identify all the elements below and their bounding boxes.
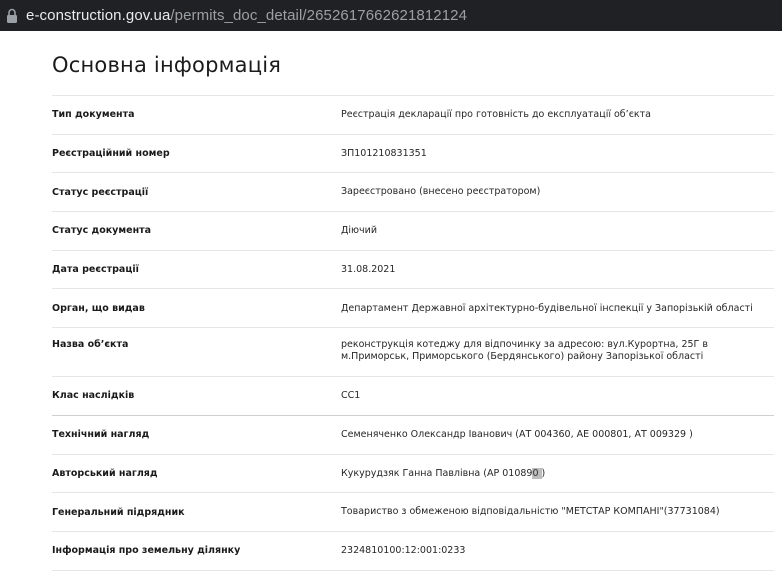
table-row: Дата реєстрації 31.08.2021 xyxy=(52,251,774,290)
row-value: ЗП101210831351 xyxy=(341,147,427,159)
table-row: Орган, що видав Департамент Державної ар… xyxy=(52,289,774,329)
table-row: Клас наслідків СС1 xyxy=(52,377,774,416)
value-text-end: ) xyxy=(541,467,546,479)
table-row: Статус документа Діючий xyxy=(52,212,774,251)
row-value: Діючий xyxy=(341,225,378,237)
row-label: Статус документа xyxy=(52,225,152,237)
row-value: Реєстрація декларації про готовність до … xyxy=(341,109,651,121)
row-label: Технічний нагляд xyxy=(52,429,150,441)
row-label: Орган, що видав xyxy=(52,302,145,314)
row-label: Інформація про земельну ділянку xyxy=(52,545,241,557)
url-path: /permits_doc_detail/2652617662621812124 xyxy=(170,7,468,24)
row-label: Дата реєстрації xyxy=(52,264,139,276)
table-row: Тип документа Реєстрація декларації про … xyxy=(52,96,774,135)
row-value: 31.08.2021 xyxy=(341,263,396,275)
row-label: Реєстраційний номер xyxy=(52,148,170,160)
table-row: Інформація про земельну ділянку 23248101… xyxy=(52,532,774,571)
row-value: СС1 xyxy=(341,390,361,402)
table-row: Авторський нагляд Кукурудзяк Ганна Павлі… xyxy=(52,455,774,494)
table-row: Реєстраційний номер ЗП101210831351 xyxy=(52,135,774,174)
table-row: Назва об’єкта реконструкція котеджу для … xyxy=(52,328,774,378)
row-value: реконструкція котеджу для відпочинку за … xyxy=(341,339,708,362)
row-label: Генеральний підрядник xyxy=(52,506,185,518)
main-content: Основна інформація Тип документа Реєстра… xyxy=(52,31,774,571)
lock-icon[interactable] xyxy=(6,8,18,24)
page-title: Основна інформація xyxy=(52,53,282,77)
row-value: 2324810100:12:001:0233 xyxy=(341,544,466,556)
selected-text-highlight: 0 xyxy=(532,467,542,479)
table-row: Генеральний підрядник Товариство з обмеж… xyxy=(52,493,774,532)
row-label: Авторський нагляд xyxy=(52,467,158,479)
value-text: Кукурудзяк Ганна Павлівна (АР 01089 xyxy=(341,467,533,479)
row-value: Товариство з обмеженою відповідальністю … xyxy=(341,506,720,518)
url-text[interactable]: e-construction.gov.ua/permits_doc_detail… xyxy=(26,7,467,24)
row-value: Департамент Державної архітектурно-будів… xyxy=(341,302,753,314)
row-value: Кукурудзяк Ганна Павлівна (АР 010890 ) xyxy=(341,467,774,480)
row-label: Статус реєстрації xyxy=(52,186,149,198)
row-label: Назва об’єкта xyxy=(52,339,129,351)
browser-address-bar[interactable]: e-construction.gov.ua/permits_doc_detail… xyxy=(0,0,782,31)
url-host: e-construction.gov.ua xyxy=(26,7,171,24)
table-row: Технічний нагляд Семеняченко Олександр І… xyxy=(52,416,774,455)
row-label: Тип документа xyxy=(52,109,135,121)
row-value: Зареєстровано (внесено реєстратором) xyxy=(341,186,541,198)
info-table: Тип документа Реєстрація декларації про … xyxy=(52,95,774,571)
row-label: Клас наслідків xyxy=(52,390,135,402)
table-row: Статус реєстрації Зареєстровано (внесено… xyxy=(52,173,774,213)
row-value: Семеняченко Олександр Іванович (АТ 00436… xyxy=(341,428,693,440)
